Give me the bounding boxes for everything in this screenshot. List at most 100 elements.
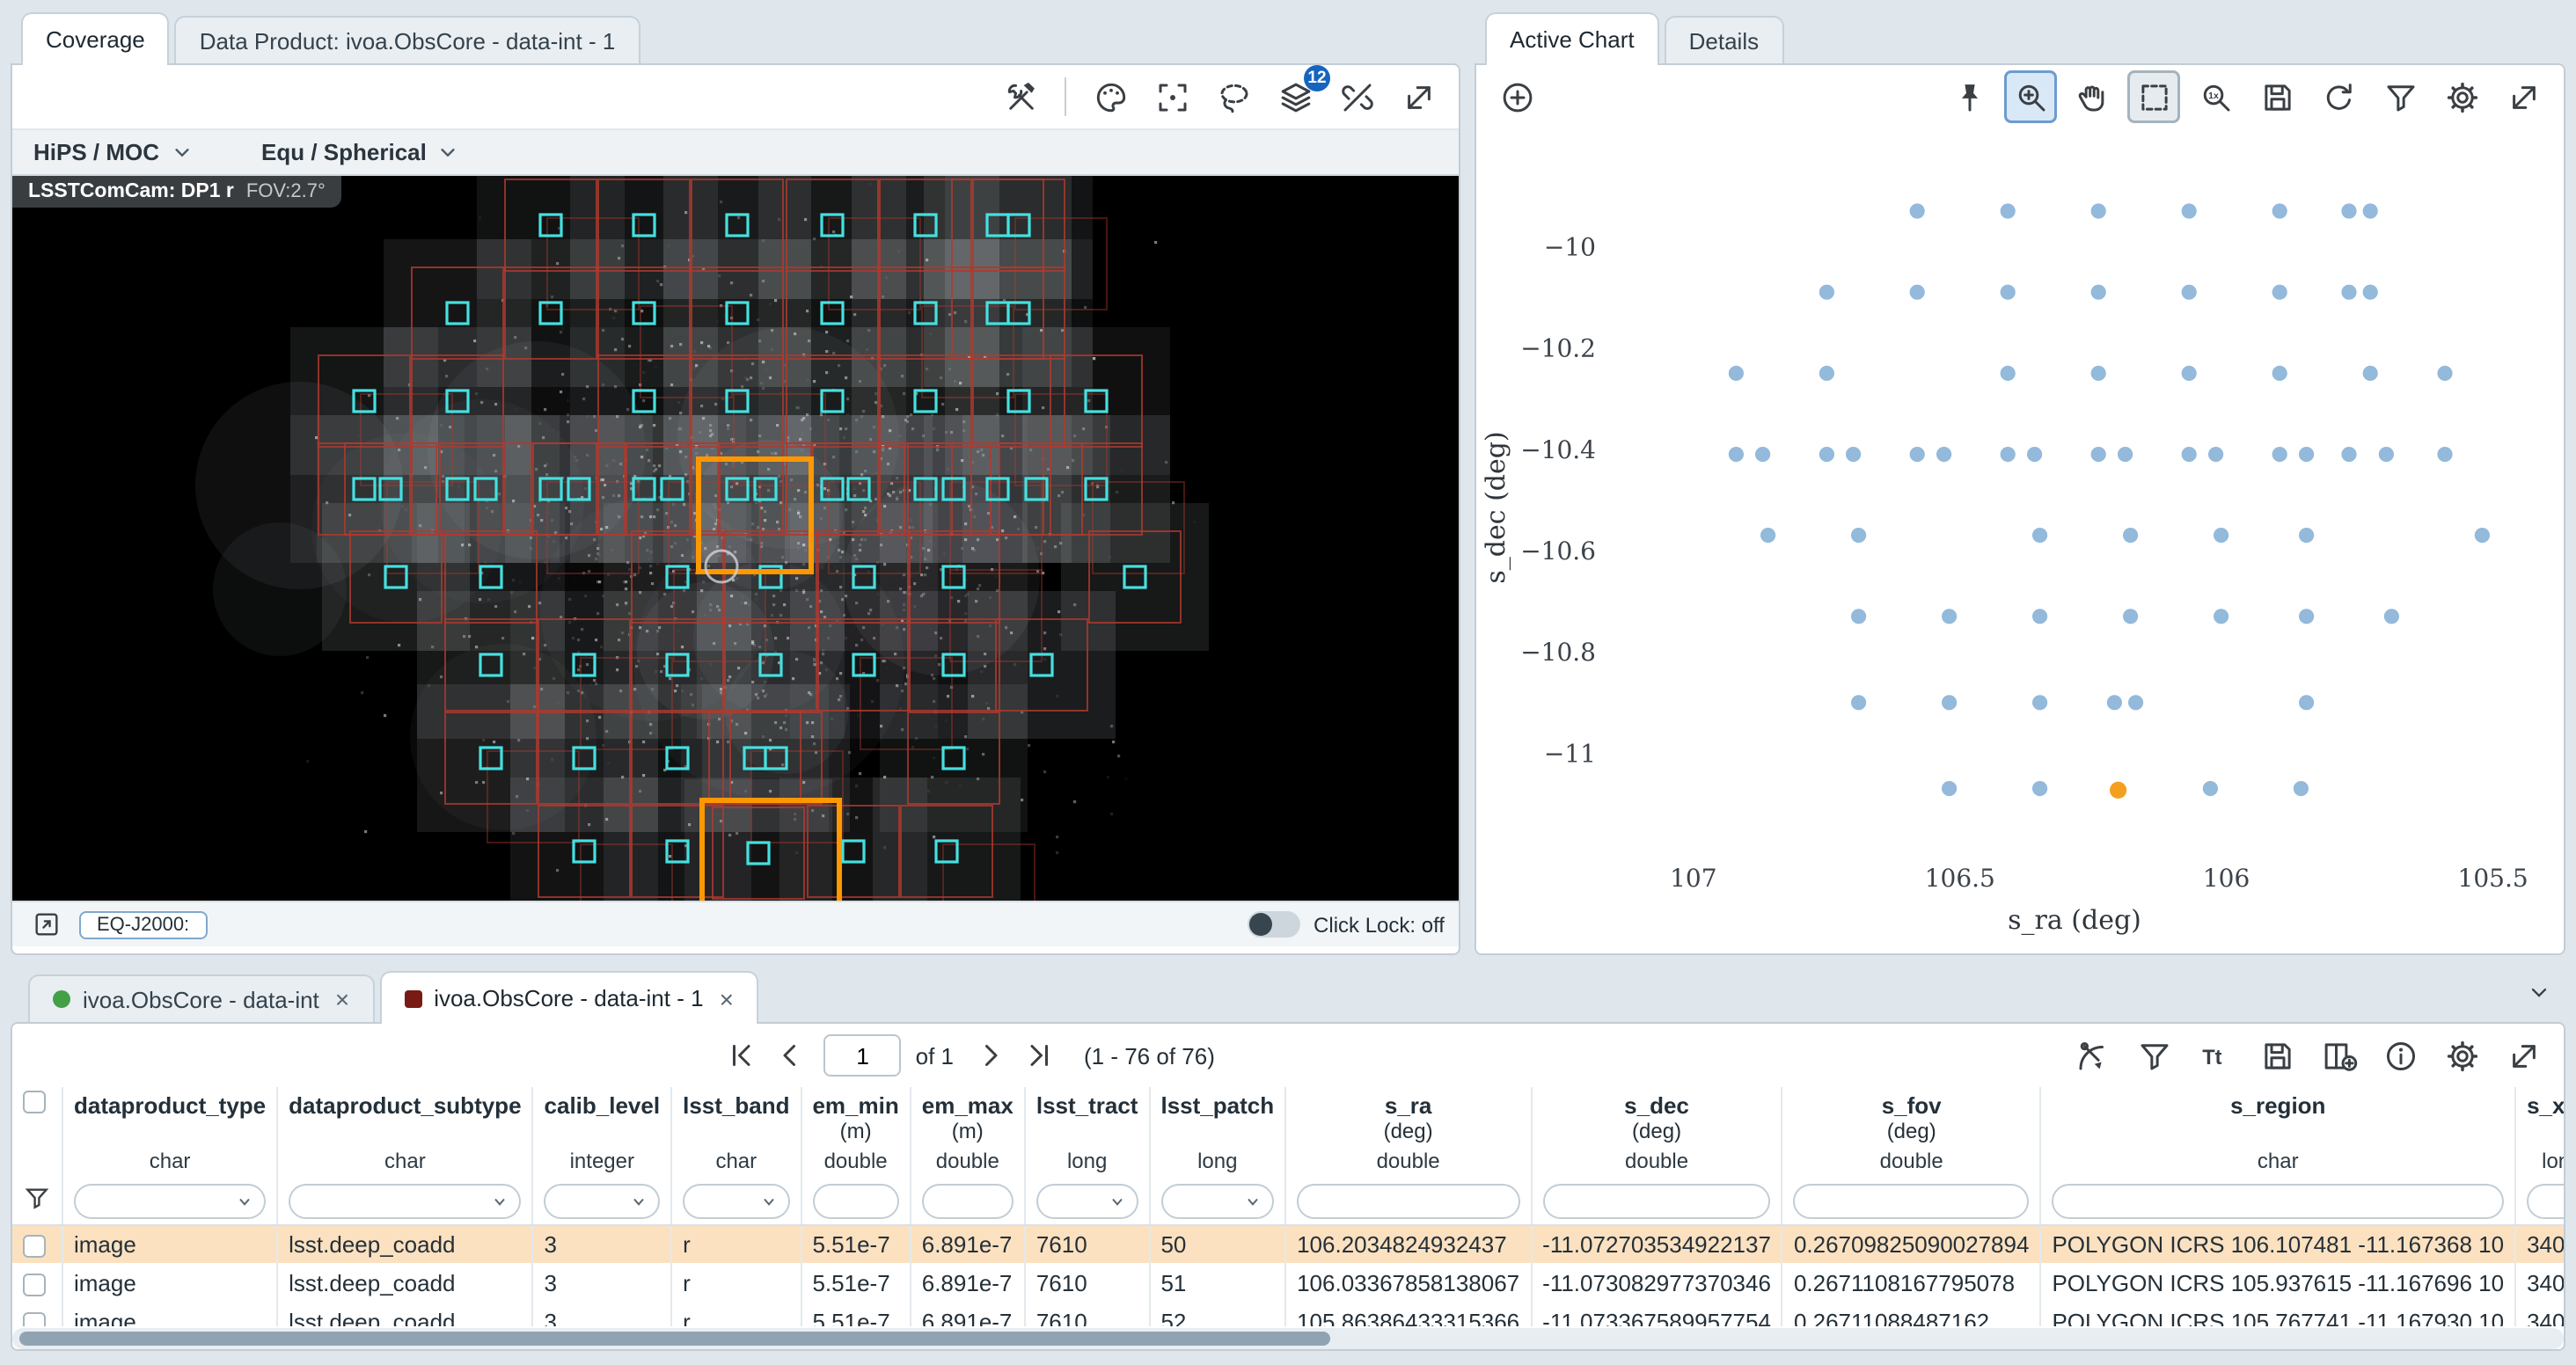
filter-input-s_ra[interactable] <box>1297 1184 1519 1219</box>
page-number-input[interactable] <box>824 1034 902 1077</box>
filter-cell-lsst_tract[interactable] <box>1025 1179 1150 1224</box>
cell-calib_level[interactable]: 3 <box>533 1302 672 1326</box>
column-header-dataproduct_subtype[interactable]: dataproduct_subtypechar <box>277 1087 532 1179</box>
palette-button[interactable] <box>1084 70 1137 123</box>
settings-button[interactable] <box>2435 1029 2488 1082</box>
close-icon[interactable]: × <box>335 987 349 1011</box>
close-icon[interactable]: × <box>720 986 734 1011</box>
column-header-s_ra[interactable]: s_ra(deg)double <box>1285 1087 1531 1179</box>
expand-button[interactable] <box>2497 1029 2550 1082</box>
tab-overflow-button[interactable] <box>2513 966 2565 1018</box>
restore-button[interactable] <box>2312 70 2365 123</box>
save-button[interactable] <box>2250 70 2303 123</box>
column-header-s_dec[interactable]: s_dec(deg)double <box>1531 1087 1782 1179</box>
cell-lsst_patch[interactable]: 52 <box>1149 1302 1285 1326</box>
filter-cell-dataproduct_type[interactable] <box>62 1179 277 1224</box>
scatter-chart[interactable]: 107106.5106105.5−10−10.2−10.4−10.6−10.8−… <box>1476 128 2564 953</box>
column-header-calib_level[interactable]: calib_levelinteger <box>533 1087 672 1179</box>
horizontal-scrollbar-thumb[interactable] <box>19 1332 1330 1346</box>
cell-s_ra[interactable]: 106.2034824932437 <box>1285 1224 1531 1263</box>
tab-details[interactable]: Details <box>1665 16 1784 63</box>
cell-lsst_patch[interactable]: 50 <box>1149 1224 1285 1263</box>
filter-button[interactable] <box>2127 1029 2180 1082</box>
cell-s_ra[interactable]: 105.86386433315366 <box>1285 1302 1531 1326</box>
cell-lsst_tract[interactable]: 7610 <box>1025 1302 1150 1326</box>
pin-button[interactable] <box>1943 70 1995 123</box>
add-chart-button[interactable] <box>1490 70 1543 123</box>
cell-dataproduct_type[interactable]: image <box>62 1302 277 1326</box>
cell-s_dec[interactable]: -11.072703534922137 <box>1531 1224 1782 1263</box>
filter-select-lsst_band[interactable] <box>683 1184 789 1219</box>
filter-cell-lsst_band[interactable] <box>671 1179 801 1224</box>
select-all-checkbox[interactable] <box>23 1091 46 1113</box>
select-all-header[interactable] <box>12 1087 62 1179</box>
next-page-button[interactable] <box>968 1033 1014 1078</box>
cell-dataproduct_type[interactable]: image <box>62 1263 277 1302</box>
filter-cell-s_xel1[interactable] <box>2515 1179 2564 1224</box>
cell-s_region[interactable]: POLYGON ICRS 106.107481 -11.167368 10 <box>2040 1224 2515 1263</box>
filter-select-dataproduct_type[interactable] <box>74 1184 266 1219</box>
save-button[interactable] <box>2250 1029 2303 1082</box>
first-page-button[interactable] <box>719 1033 765 1078</box>
tools-button[interactable] <box>994 70 1047 123</box>
cell-lsst_band[interactable]: r <box>671 1302 801 1326</box>
cell-lsst_patch[interactable]: 51 <box>1149 1263 1285 1302</box>
filter-select-calib_level[interactable] <box>545 1184 661 1219</box>
column-header-lsst_patch[interactable]: lsst_patchlong <box>1149 1087 1285 1179</box>
column-header-em_min[interactable]: em_min(m)double <box>801 1087 910 1179</box>
filter-select-lsst_patch[interactable] <box>1160 1184 1274 1219</box>
add-column-button[interactable] <box>2312 1029 2365 1082</box>
cell-s_xel1[interactable]: 3400 <box>2515 1224 2564 1263</box>
filter-input-s_dec[interactable] <box>1542 1184 1771 1219</box>
tab-active-chart[interactable]: Active Chart <box>1485 12 1659 65</box>
filter-input-em_min[interactable] <box>812 1184 898 1219</box>
filter-cell-s_fov[interactable] <box>1782 1179 2041 1224</box>
filter-cell-s_dec[interactable] <box>1531 1179 1782 1224</box>
filter-input-em_max[interactable] <box>922 1184 1014 1219</box>
cell-s_region[interactable]: POLYGON ICRS 105.767741 -11.167930 10 <box>2040 1302 2515 1326</box>
layers-button[interactable]: 12 <box>1269 70 1321 123</box>
filter-cell-s_region[interactable] <box>2040 1179 2515 1224</box>
text-view-button[interactable]: Tt <box>2189 1029 2242 1082</box>
cell-em_max[interactable]: 6.891e-7 <box>911 1263 1025 1302</box>
expand-button[interactable] <box>2497 70 2550 123</box>
cell-calib_level[interactable]: 3 <box>533 1263 672 1302</box>
expand-button[interactable] <box>1392 70 1445 123</box>
table-row[interactable]: imagelsst.deep_coadd3r5.51e-76.891e-7761… <box>12 1263 2564 1302</box>
filter-select-dataproduct_subtype[interactable] <box>289 1184 521 1219</box>
filter-cell-em_max[interactable] <box>911 1179 1025 1224</box>
table-row[interactable]: imagelsst.deep_coadd3r5.51e-76.891e-7761… <box>12 1302 2564 1326</box>
filter-input-s_fov[interactable] <box>1794 1184 2030 1219</box>
zoom-in-button[interactable] <box>2004 70 2057 123</box>
cell-dataproduct_type[interactable]: image <box>62 1224 277 1263</box>
info-button[interactable] <box>2374 1029 2426 1082</box>
tab-table-data-int[interactable]: ivoa.ObsCore - data-int × <box>28 974 374 1022</box>
column-header-em_max[interactable]: em_max(m)double <box>911 1087 1025 1179</box>
click-lock-toggle[interactable] <box>1247 911 1299 938</box>
column-header-lsst_tract[interactable]: lsst_tractlong <box>1025 1087 1150 1179</box>
cell-em_max[interactable]: 6.891e-7 <box>911 1302 1025 1326</box>
cell-dataproduct_subtype[interactable]: lsst.deep_coadd <box>277 1224 532 1263</box>
filter-input-s_region[interactable] <box>2052 1184 2504 1219</box>
cell-lsst_band[interactable]: r <box>671 1224 801 1263</box>
cell-em_min[interactable]: 5.51e-7 <box>801 1263 910 1302</box>
filter-cell-dataproduct_subtype[interactable] <box>277 1179 532 1224</box>
cell-dataproduct_subtype[interactable]: lsst.deep_coadd <box>277 1302 532 1326</box>
cell-s_fov[interactable]: 0.26711088487162 <box>1782 1302 2041 1326</box>
cell-s_fov[interactable]: 0.2671108167795078 <box>1782 1263 2041 1302</box>
cell-em_max[interactable]: 6.891e-7 <box>911 1224 1025 1263</box>
tab-table-data-int-1[interactable]: ivoa.ObsCore - data-int - 1 × <box>379 971 758 1024</box>
tab-data-product[interactable]: Data Product: ivoa.ObsCore - data-int - … <box>175 16 640 63</box>
sky-map[interactable]: LSSTComCam: DP1 rFOV:2.7° <box>12 176 1459 901</box>
column-header-s_region[interactable]: s_regionchar <box>2040 1087 2515 1179</box>
table-scroll-area[interactable]: dataproduct_typechardataproduct_subtypec… <box>12 1087 2564 1326</box>
filter-cell-s_ra[interactable] <box>1285 1179 1531 1224</box>
row-checkbox[interactable] <box>23 1235 46 1258</box>
cell-s_ra[interactable]: 106.03367858138067 <box>1285 1263 1531 1302</box>
cell-calib_level[interactable]: 3 <box>533 1224 672 1263</box>
cell-s_fov[interactable]: 0.26709825090027894 <box>1782 1224 2041 1263</box>
unlink-button[interactable] <box>1330 70 1383 123</box>
filter-cell-lsst_patch[interactable] <box>1149 1179 1285 1224</box>
table-row[interactable]: imagelsst.deep_coadd3r5.51e-76.891e-7761… <box>12 1224 2564 1263</box>
lasso-button[interactable] <box>1207 70 1260 123</box>
